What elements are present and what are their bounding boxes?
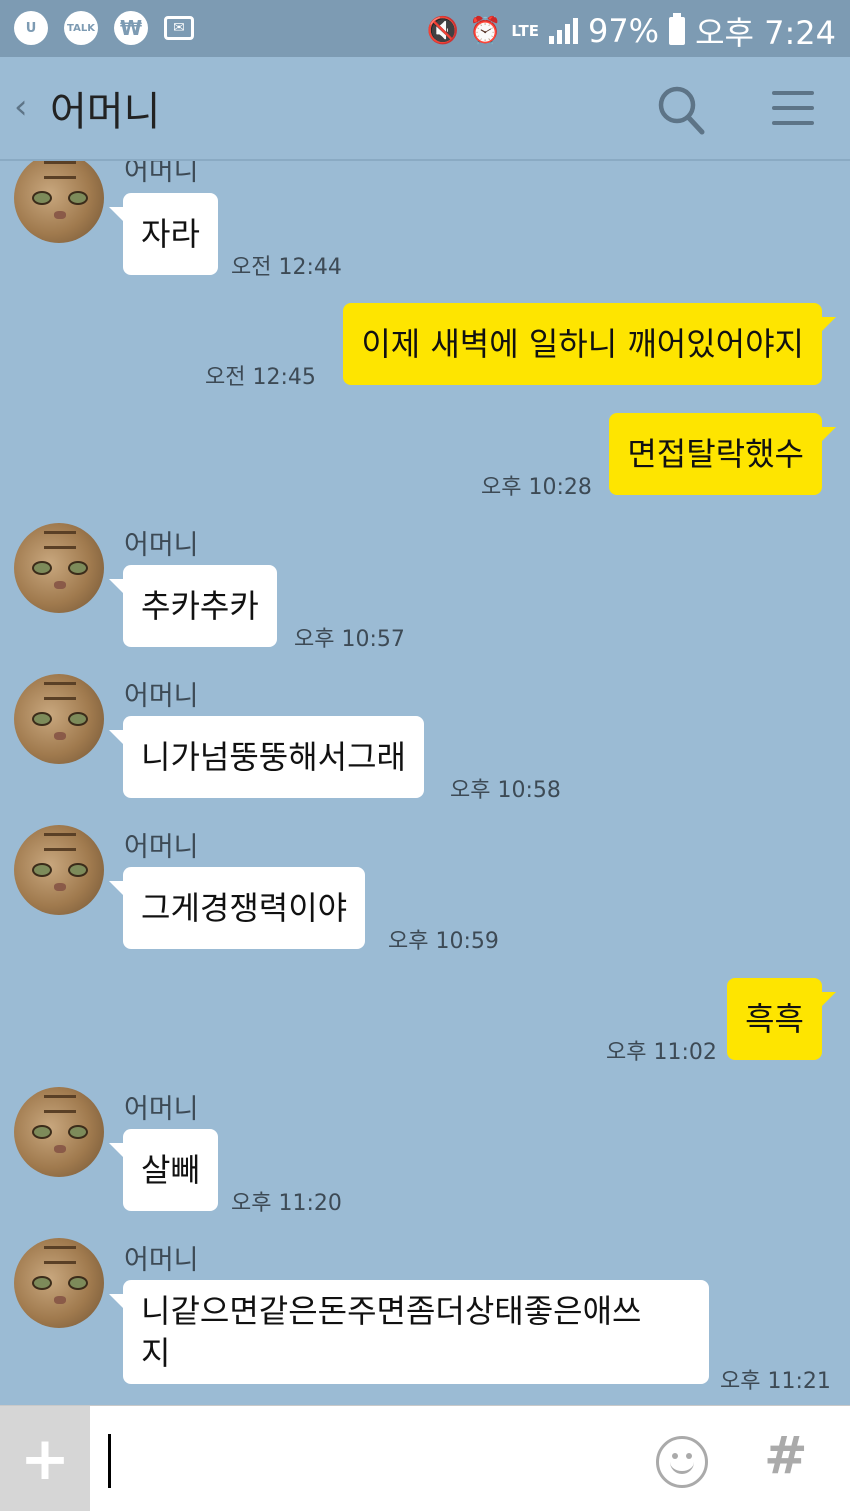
sender-name: 어머니 <box>124 832 199 863</box>
message-input[interactable] <box>90 1406 640 1511</box>
sender-name: 어머니 <box>124 530 199 561</box>
battery-icon <box>669 13 686 45</box>
message-bubble[interactable]: 추카추카 <box>109 565 277 647</box>
back-icon[interactable]: ‹ <box>14 87 28 127</box>
mute-icon: 🔇 <box>426 16 460 46</box>
message-bubble[interactable]: 이제 새벽에 일하니 깨어있어야지 <box>343 303 836 385</box>
avatar[interactable] <box>14 1238 104 1328</box>
input-bar: + # <box>0 1405 850 1511</box>
message-text-line: 니같으면같은돈주면좀더상태좋은애쓰 <box>141 1292 642 1330</box>
message-bubble[interactable]: 니같으면같은돈주면좀더상태좋은애쓰 지 <box>109 1280 709 1384</box>
emoticon-icon[interactable] <box>656 1436 708 1488</box>
message-bubble[interactable]: 그게경쟁력이야 <box>108 867 366 949</box>
u-plus-icon: U <box>14 11 48 45</box>
menu-icon[interactable] <box>772 91 814 125</box>
message-time: 오후 11:02 <box>606 1040 717 1065</box>
kakaotalk-icon: TALK <box>64 11 98 45</box>
battery-percent: 97% <box>587 12 660 50</box>
lte-indicator: LTE <box>511 21 539 40</box>
text-cursor <box>108 1434 111 1488</box>
avatar[interactable] <box>14 674 104 764</box>
sender-name: 어머니 <box>124 1094 199 1125</box>
message-bubble[interactable]: 니가넘뚱뚱해서그래 <box>109 716 424 798</box>
plus-button[interactable]: + <box>0 1406 90 1511</box>
message-bubble[interactable]: 살빼 <box>109 1129 218 1211</box>
won-icon: ₩ <box>114 11 148 45</box>
avatar[interactable] <box>14 825 104 915</box>
message-bubble[interactable]: 면접탈락했수 <box>609 413 836 495</box>
message-time: 오후 11:20 <box>231 1191 342 1216</box>
sender-name: 어머니 <box>124 161 199 187</box>
message-time: 오후 10:57 <box>294 627 405 652</box>
message-bubble[interactable]: 흑흑 <box>727 978 836 1060</box>
message-text-line: 지 <box>141 1334 171 1372</box>
clock: 오후 7:24 <box>695 14 836 52</box>
signal-icon <box>548 18 578 44</box>
message-time: 오후 10:59 <box>388 929 499 954</box>
sender-name: 어머니 <box>124 681 199 712</box>
avatar[interactable] <box>14 161 104 243</box>
message-time: 오후 11:21 <box>720 1369 831 1394</box>
mail-icon: ✉ <box>164 16 194 40</box>
status-bar: U TALK ₩ ✉ 🔇 ⏰ LTE 97% 오후 7:24 <box>0 0 850 57</box>
message-time: 오후 10:58 <box>450 778 561 803</box>
chat-area[interactable]: 어머니 자라 오전 12:44 이제 새벽에 일하니 깨어있어야지 오전 12:… <box>0 161 850 1405</box>
message-time: 오후 10:28 <box>481 475 592 500</box>
sender-name: 어머니 <box>124 1245 199 1276</box>
avatar[interactable] <box>14 1087 104 1177</box>
message-bubble[interactable]: 자라 <box>109 193 218 275</box>
message-time: 오전 12:44 <box>231 255 342 280</box>
chat-header: ‹ 어머니 <box>0 57 850 161</box>
chat-title: 어머니 <box>50 89 161 135</box>
search-icon[interactable] <box>656 83 706 137</box>
hash-icon[interactable]: # <box>764 1426 808 1486</box>
message-time: 오전 12:45 <box>205 365 316 390</box>
alarm-icon: ⏰ <box>469 16 502 46</box>
avatar[interactable] <box>14 523 104 613</box>
